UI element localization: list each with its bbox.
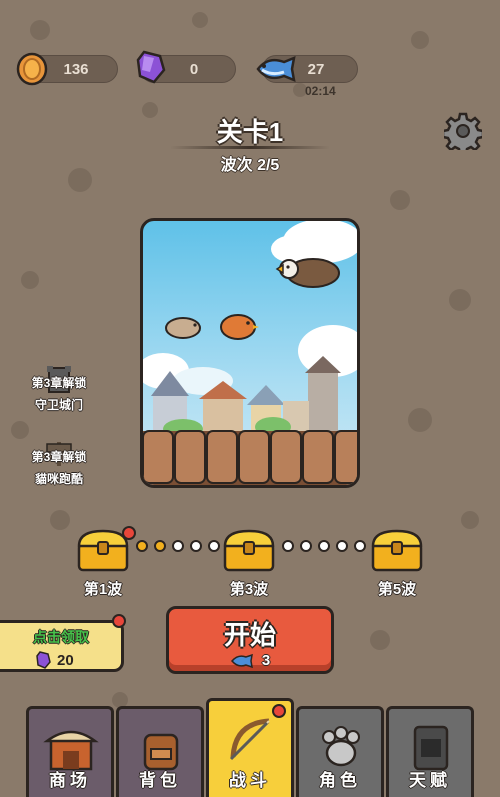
settings-gear-icon[interactable] bbox=[444, 112, 482, 150]
gem-icon bbox=[136, 50, 166, 84]
wave-progress-dot bbox=[318, 540, 330, 552]
wave-1-label: 第1波 bbox=[83, 581, 123, 598]
wave-progress-text: 波次 2/5 bbox=[220, 157, 280, 174]
wave-progress-dot bbox=[190, 540, 202, 552]
coin-icon bbox=[16, 52, 48, 86]
wave-progress-dot bbox=[300, 540, 312, 552]
title-divider bbox=[170, 146, 330, 149]
start-label: 开始 bbox=[223, 620, 276, 650]
wave-1-notification-dot bbox=[122, 526, 136, 540]
wave-progress-dot bbox=[154, 540, 166, 552]
wave-progress-dot bbox=[208, 540, 220, 552]
fish-refill-timer: 02:14 bbox=[305, 84, 336, 98]
locked-mode-title: 守卫城门 bbox=[34, 398, 83, 412]
start-button[interactable]: 开始 3 bbox=[166, 606, 334, 674]
wave-progress-dot bbox=[354, 540, 366, 552]
bow-arrow-icon bbox=[229, 718, 270, 761]
battle-notification-dot bbox=[272, 704, 286, 718]
wave-progress-dot bbox=[336, 540, 348, 552]
locked-mode-title: 貓咪跑酷 bbox=[34, 472, 83, 486]
level-title: 关卡1 bbox=[216, 117, 284, 147]
claim-notification-dot bbox=[112, 614, 126, 628]
locked-mode-chapter: 第3章解锁 bbox=[31, 450, 87, 464]
wave-5-chest-icon[interactable] bbox=[370, 528, 424, 572]
claim-label: 点击领取 bbox=[33, 629, 89, 645]
locked-mode-chapter: 第3章解锁 bbox=[31, 376, 87, 390]
fish-icon bbox=[256, 56, 296, 82]
wave-5-label: 第5波 bbox=[377, 581, 417, 598]
start-cost: 3 bbox=[169, 652, 331, 669]
wave-progress-dot bbox=[282, 540, 294, 552]
tab-talent[interactable]: 天赋 bbox=[386, 706, 474, 797]
wave-3-label: 第3波 bbox=[229, 581, 269, 598]
locked-mode-guard-gate[interactable]: 第3章解锁 守卫城门 bbox=[22, 366, 96, 416]
level-preview-scene bbox=[140, 218, 360, 488]
tab-backpack[interactable]: 背包 bbox=[116, 706, 204, 797]
claim-reward-button[interactable]: 点击领取 20 bbox=[0, 620, 124, 672]
wave-3-chest-icon[interactable] bbox=[222, 528, 276, 572]
fish-icon bbox=[230, 653, 253, 668]
gem-icon bbox=[36, 651, 51, 669]
locked-mode-cat-parkour[interactable]: 第3章解锁 貓咪跑酷 bbox=[22, 442, 96, 490]
tab-character[interactable]: 角色 bbox=[296, 706, 384, 797]
claim-amount: 20 bbox=[35, 650, 74, 670]
scene-illustration bbox=[143, 221, 357, 485]
wave-progress-dot bbox=[172, 540, 184, 552]
tab-shop[interactable]: 商场 bbox=[26, 706, 114, 797]
wave-progress-dot bbox=[136, 540, 148, 552]
